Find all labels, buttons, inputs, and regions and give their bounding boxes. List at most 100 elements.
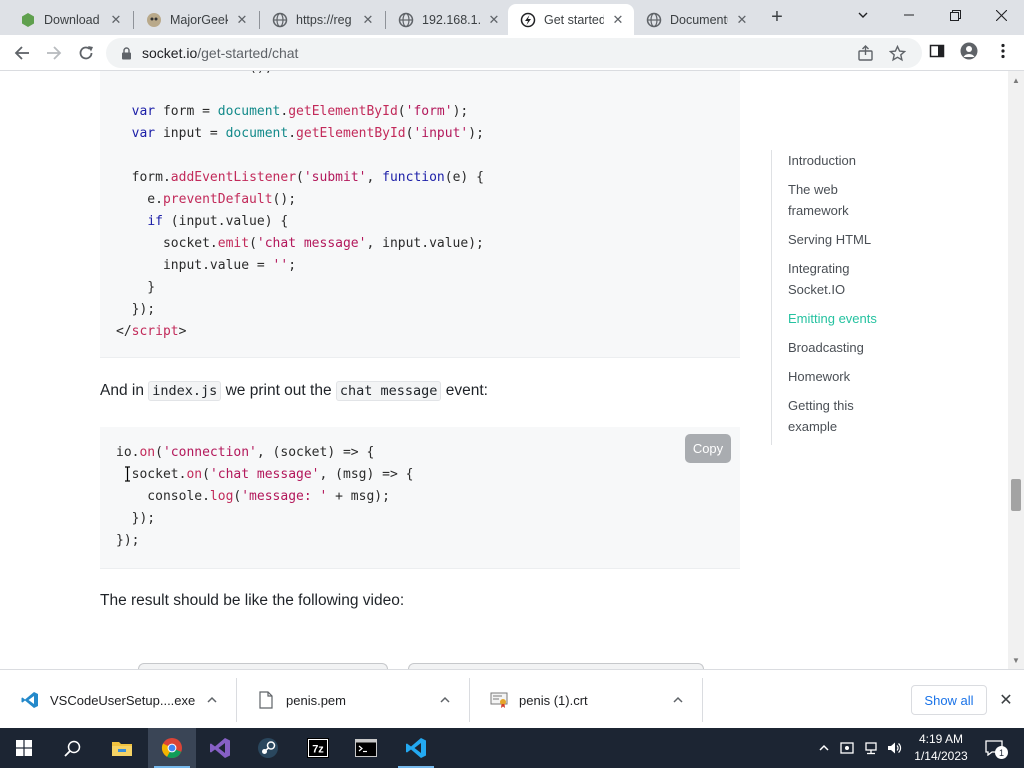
taskbar-steam[interactable] [244,728,292,768]
close-icon[interactable]: ✕ [734,12,750,28]
code-token: ; [288,258,297,273]
download-item[interactable]: penis.pem [236,679,469,721]
code-token: input = [155,126,226,141]
show-all-button[interactable]: Show all [911,685,987,715]
tab-get-started[interactable]: Get started ✕ [508,4,634,35]
toc-item[interactable]: Getting this example [788,395,898,437]
taskbar-file-explorer[interactable] [98,728,146,768]
system-clock[interactable]: 4:19 AM 1/14/2023 [906,731,976,765]
taskbar-command-prompt[interactable] [342,728,390,768]
toc-item[interactable]: Introduction [788,150,898,171]
taskbar-chrome[interactable] [148,728,196,768]
tab-download[interactable]: Download ✕ [8,4,132,35]
taskbar-vscode[interactable] [392,728,440,768]
socketio-icon [520,12,536,28]
inline-code: index.js [148,381,222,401]
code-line: input.value = ''; [116,255,484,277]
code-token: }); [116,302,156,317]
toc-item[interactable]: Serving HTML [788,229,898,250]
restore-button[interactable] [932,0,978,30]
chevron-up-icon[interactable] [669,691,687,709]
security-tray-icon[interactable] [838,738,856,758]
code-line: form.addEventListener('submit', function… [116,167,484,189]
chevron-up-icon[interactable] [436,691,454,709]
close-icon[interactable]: ✕ [234,12,250,28]
taskbar-7zip[interactable]: 7z [294,728,342,768]
code-token: (); [272,192,297,207]
lock-icon[interactable] [118,45,134,61]
code-token: 'connection' [162,445,257,460]
tab-reg[interactable]: https://reg ✕ [260,4,384,35]
download-item[interactable]: penis (1).crt [469,679,702,721]
close-icon[interactable]: ✕ [360,12,376,28]
code-token: , input.value); [366,236,484,251]
steam-icon [258,738,278,758]
minimize-icon [904,14,914,16]
taskbar-visual-studio[interactable] [196,728,244,768]
close-icon[interactable]: ✕ [108,12,124,28]
forward-button[interactable] [40,39,68,67]
tab-router[interactable]: 192.168.1.1 ✕ [386,4,510,35]
code-token: document [225,126,289,141]
toc-item[interactable]: Homework [788,366,898,387]
windows-logo-icon [16,740,32,756]
code-token: document [217,104,281,119]
chevron-up-icon[interactable] [203,691,221,709]
scroll-up-arrow-icon[interactable]: ▲ [1008,73,1024,87]
table-of-contents: Introduction The web framework Serving HTM… [771,150,941,445]
code-token: io. [116,445,140,460]
code-block-server: io.on('connection', (socket) => { socket… [100,427,740,569]
code-token: . [288,126,297,141]
tab-majorgeeks[interactable]: MajorGeek ✕ [134,4,258,35]
side-panel-icon[interactable] [928,42,946,60]
download-item[interactable]: VSCodeUserSetup....exe [0,679,236,721]
tab-search-button[interactable] [840,0,886,30]
toc-item[interactable]: Integrating Socket.IO [788,258,898,300]
close-icon[interactable]: ✕ [610,12,626,28]
volume-icon[interactable] [885,738,903,758]
code-line: } [116,277,484,299]
code-token: , [366,170,383,185]
page-scrollbar[interactable]: ▲ ▼ [1008,71,1024,669]
network-icon[interactable] [862,738,880,758]
code-token: (e) { [444,170,484,185]
new-tab-button[interactable]: + [766,6,788,28]
chevron-up-icon[interactable] [815,738,833,758]
code-token: 'chat message' [256,236,367,251]
close-icon[interactable]: ✕ [996,690,1016,710]
code-line: console.log('message: ' + msg); [116,486,413,508]
minimize-button[interactable] [886,0,932,30]
profile-avatar-icon[interactable] [960,42,978,60]
notification-badge: 1 [995,746,1008,759]
node-hex-icon [20,12,36,28]
star-icon[interactable] [888,44,906,62]
search-button[interactable] [48,728,96,768]
share-icon[interactable] [856,44,874,62]
notification-center-button[interactable]: 1 [982,737,1008,759]
toc-item[interactable]: The web framework [788,179,898,221]
toc-item[interactable]: Broadcasting [788,337,898,358]
code-block-client: var socket = io(); var form = document.g… [100,71,740,358]
code-line: }); [116,530,413,552]
close-window-button[interactable] [978,0,1024,30]
scroll-down-arrow-icon[interactable]: ▼ [1008,653,1024,667]
kebab-menu-icon[interactable] [994,42,1012,60]
arrow-left-icon [14,46,29,60]
start-button[interactable] [0,728,48,768]
code-token: ); [452,104,469,119]
tab-documentu[interactable]: Documentu ✕ [634,4,758,35]
download-separator [702,678,703,722]
code-token: on [186,467,203,482]
code-token: ( [249,236,257,251]
back-button[interactable] [8,39,36,67]
reload-button[interactable] [72,39,100,67]
address-bar[interactable]: socket.io/get-started/chat [106,38,922,68]
code-token: }); [116,533,140,548]
close-icon[interactable]: ✕ [486,12,502,28]
toc-item[interactable]: Emitting events [788,308,898,329]
restore-icon [949,9,961,21]
scrollbar-thumb[interactable] [1011,479,1021,511]
copy-button[interactable]: Copy [685,434,731,463]
page-viewport: var socket = io(); var form = document.g… [0,71,1008,669]
